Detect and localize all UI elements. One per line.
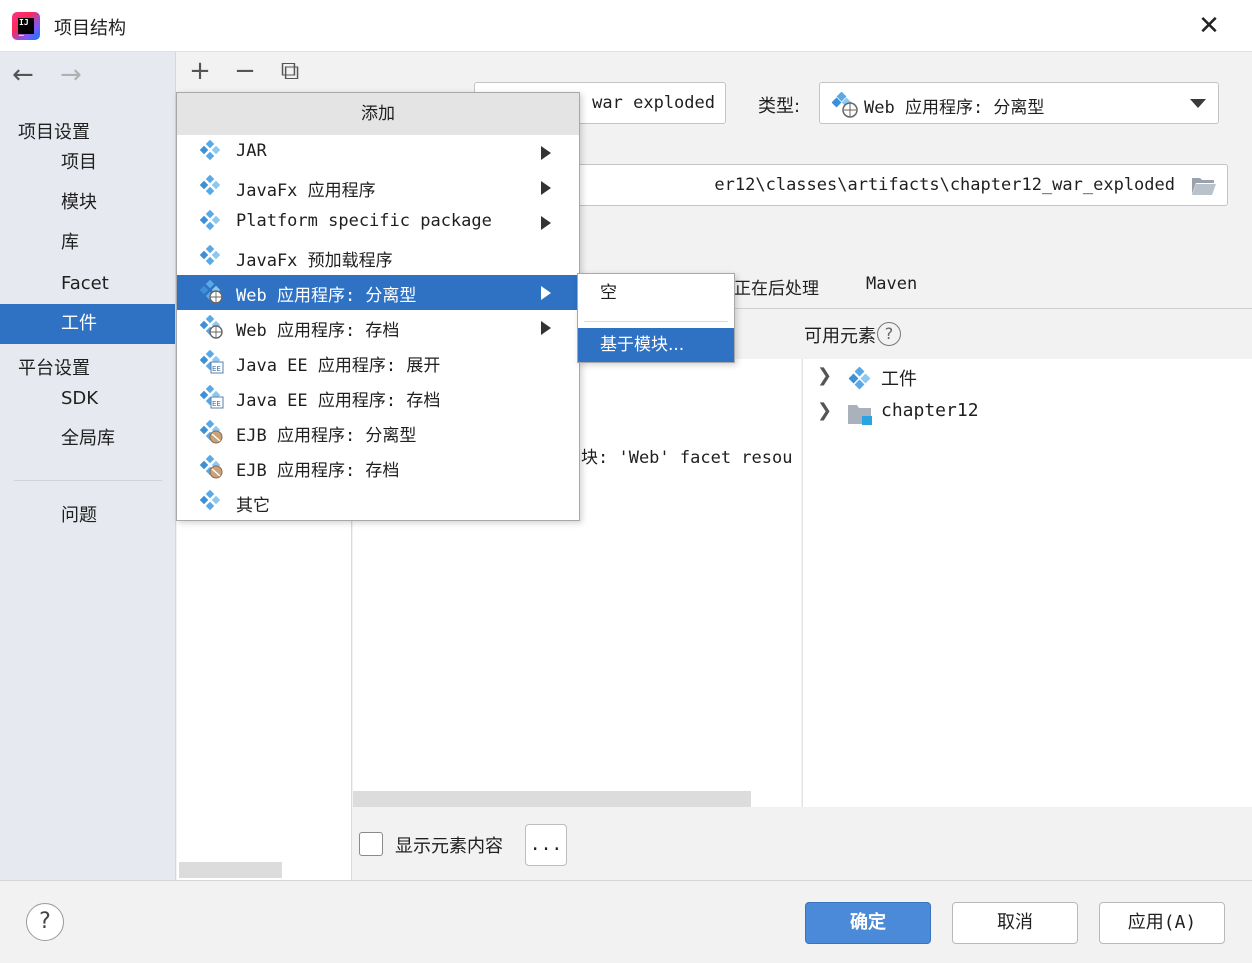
help-button[interactable]: ? — [26, 903, 64, 941]
sidebar-item-problems[interactable]: 问题 — [0, 496, 175, 536]
artifact-icon — [199, 245, 221, 266]
menu-item-label: EJB 应用程序: 存档 — [236, 461, 400, 481]
javaee-artifact-icon: EE — [199, 385, 224, 409]
menu-item-label: Java EE 应用程序: 存档 — [236, 391, 441, 411]
dialog-button-bar: ? 确定 取消 应用(A) — [0, 880, 1252, 963]
tab-maven[interactable]: Maven — [866, 274, 917, 294]
sidebar-item-sdk[interactable]: SDK — [0, 379, 175, 419]
artifact-icon — [199, 490, 221, 511]
submenu-arrow-icon — [541, 216, 551, 230]
available-elements-label: 可用元素 — [804, 326, 876, 347]
artifact-icon — [199, 175, 221, 196]
chevron-down-icon — [1190, 99, 1206, 108]
menu-item-jar[interactable]: JAR — [177, 135, 579, 170]
help-icon[interactable]: ? — [877, 322, 901, 346]
sidebar: ← → 项目设置 项目 模块 库 Facet 工件 平台设置 SDK 全局库 问… — [0, 52, 176, 880]
sidebar-item-facet[interactable]: Facet — [0, 264, 175, 304]
menu-item-platform-package[interactable]: Platform specific package — [177, 205, 579, 240]
artifact-icon — [199, 210, 221, 231]
forward-arrow-icon[interactable]: → — [60, 60, 82, 90]
output-horizontal-scrollbar[interactable] — [353, 791, 751, 807]
output-directory-value: er12\classes\artifacts\chapter12_war_exp… — [714, 175, 1175, 195]
ok-button[interactable]: 确定 — [805, 902, 931, 944]
available-elements-tree: ❯ 工件 ❯ chapter12 — [802, 359, 1252, 807]
tree-item-label: 工件 — [881, 369, 917, 390]
submenu-arrow-icon — [541, 321, 551, 335]
menu-item-other[interactable]: 其它 — [177, 485, 579, 520]
sidebar-item-libraries[interactable]: 库 — [0, 223, 175, 263]
menu-item-label: EJB 应用程序: 分离型 — [236, 426, 417, 446]
tree-item-label: chapter12 — [881, 400, 979, 421]
copy-button[interactable]: ⧉ — [275, 56, 305, 86]
section-project-settings: 项目设置 — [18, 122, 90, 143]
artifact-name-value: war exploded — [592, 93, 715, 113]
sidebar-item-modules[interactable]: 模块 — [0, 183, 175, 223]
artifact-icon — [848, 367, 871, 390]
add-menu-header: 添加 — [177, 93, 579, 135]
submenu-arrow-icon — [541, 181, 551, 195]
menu-item-label: Web 应用程序: 分离型 — [236, 286, 417, 306]
close-button[interactable]: ✕ — [1194, 12, 1224, 42]
menu-item-label: Platform specific package — [236, 211, 492, 231]
menu-item-javafx-preloader[interactable]: JavaFx 预加载程序 — [177, 240, 579, 275]
window-title: 项目结构 — [54, 18, 126, 39]
show-content-checkbox[interactable] — [359, 832, 383, 856]
artifact-toolbar: + − ⧉ — [177, 52, 352, 92]
ejb-artifact-icon — [199, 455, 223, 479]
menu-item-ejb-archive[interactable]: EJB 应用程序: 存档 — [177, 450, 579, 485]
type-select-value: Web 应用程序: 分离型 — [864, 98, 1045, 118]
submenu-item-empty[interactable]: 空 — [578, 276, 734, 310]
chevron-right-icon[interactable]: ❯ — [817, 400, 832, 421]
menu-item-web-archive[interactable]: Web 应用程序: 存档 — [177, 310, 579, 345]
list-horizontal-scrollbar[interactable] — [179, 862, 282, 878]
sidebar-item-global-libraries[interactable]: 全局库 — [0, 419, 175, 459]
output-layout-text: 块: 'Web' facet resou — [581, 448, 793, 468]
add-button[interactable]: + — [185, 56, 215, 86]
type-label: 类型: — [758, 96, 801, 117]
menu-item-ejb-exploded[interactable]: EJB 应用程序: 分离型 — [177, 415, 579, 450]
add-artifact-menu: 添加 JAR JavaFx 应用程序 Platform specific packa… — [176, 92, 580, 521]
remove-button[interactable]: − — [230, 56, 260, 86]
output-directory-field[interactable]: er12\classes\artifacts\chapter12_war_exp… — [474, 164, 1228, 206]
submenu-arrow-icon — [541, 146, 551, 160]
submenu-item-from-module[interactable]: 基于模块... — [578, 328, 734, 362]
sidebar-divider — [14, 480, 162, 481]
submenu-arrow-icon — [541, 286, 551, 300]
sidebar-item-artifacts[interactable]: 工件 — [0, 304, 175, 344]
section-platform-settings: 平台设置 — [18, 358, 90, 379]
chevron-right-icon[interactable]: ❯ — [817, 365, 832, 386]
cancel-button[interactable]: 取消 — [952, 902, 1078, 944]
apply-button[interactable]: 应用(A) — [1099, 902, 1225, 944]
web-artifact-icon — [199, 280, 223, 304]
tab-post-processing[interactable]: 正在后处理 — [734, 274, 819, 299]
menu-item-javaee-exploded[interactable]: EE Java EE 应用程序: 展开 — [177, 345, 579, 380]
artifact-icon — [199, 140, 221, 161]
menu-item-label: 其它 — [236, 496, 270, 516]
menu-item-label: JavaFx 应用程序 — [236, 181, 376, 201]
sidebar-item-project[interactable]: 项目 — [0, 143, 175, 183]
ejb-artifact-icon — [199, 420, 223, 444]
more-options-button[interactable]: ... — [525, 824, 567, 866]
show-content-label: 显示元素内容 — [395, 836, 503, 857]
menu-item-label: Web 应用程序: 存档 — [236, 321, 400, 341]
svg-text:EE: EE — [212, 400, 221, 408]
javaee-artifact-icon: EE — [199, 350, 224, 374]
menu-item-javafx-app[interactable]: JavaFx 应用程序 — [177, 170, 579, 205]
submenu-separator — [584, 321, 728, 322]
intellij-logo-icon: IJ _ — [12, 12, 40, 40]
menu-item-label: JAR — [236, 141, 267, 161]
web-exploded-submenu: 空 基于模块... — [577, 273, 735, 363]
back-arrow-icon[interactable]: ← — [12, 60, 34, 90]
web-artifact-icon — [832, 92, 858, 118]
menu-item-label: Java EE 应用程序: 展开 — [236, 356, 441, 376]
web-artifact-icon — [199, 315, 223, 339]
folder-open-icon[interactable] — [1191, 175, 1217, 197]
menu-item-label: JavaFx 预加载程序 — [236, 251, 393, 271]
title-bar: IJ _ 项目结构 ✕ — [0, 0, 1252, 52]
menu-item-web-exploded[interactable]: Web 应用程序: 分离型 — [177, 275, 579, 310]
type-select[interactable]: Web 应用程序: 分离型 — [819, 82, 1219, 124]
module-folder-icon — [848, 405, 872, 425]
svg-text:EE: EE — [212, 365, 221, 373]
menu-item-javaee-archive[interactable]: EE Java EE 应用程序: 存档 — [177, 380, 579, 415]
